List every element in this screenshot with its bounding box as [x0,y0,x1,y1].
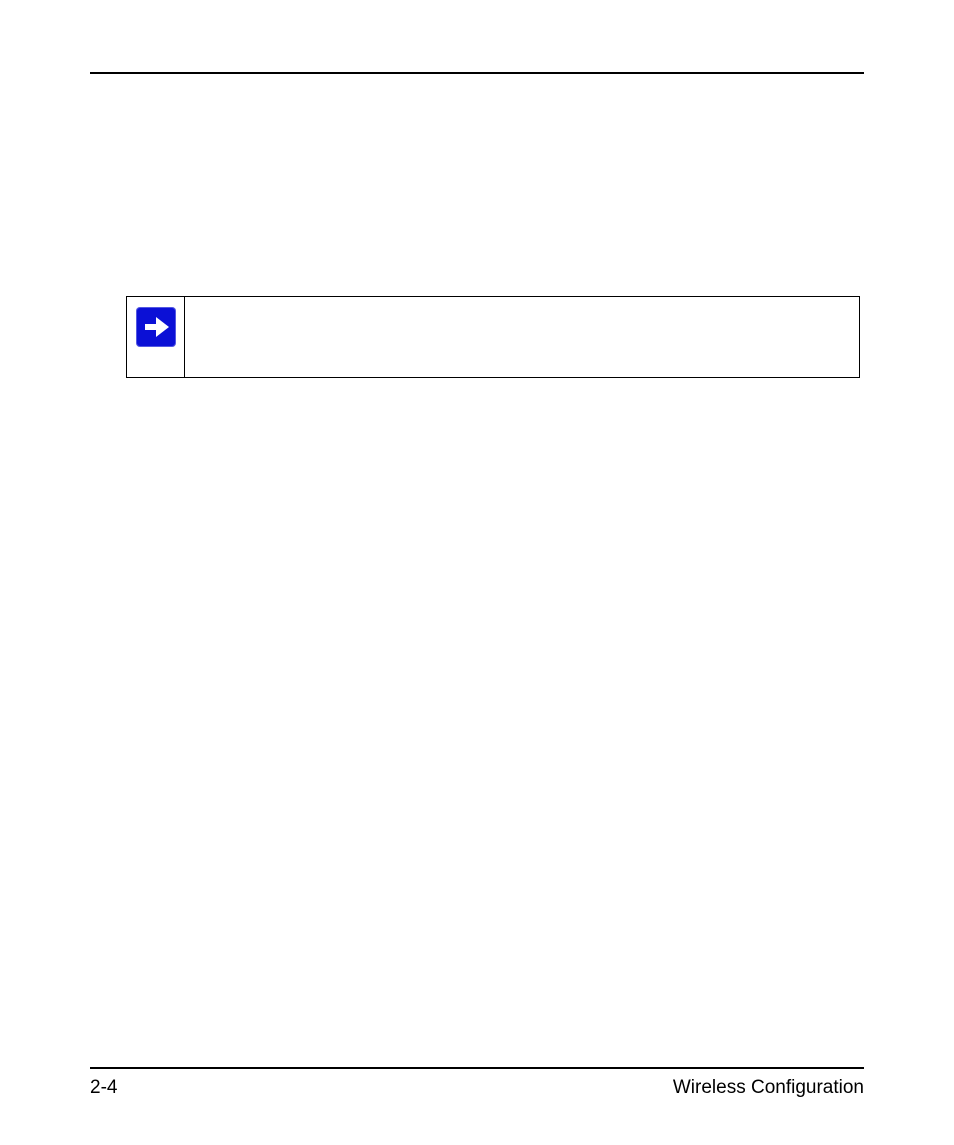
note-content [185,297,859,377]
footer-rule [90,1067,864,1069]
page-footer: 2-4 Wireless Configuration [90,1078,864,1097]
section-title: Wireless Configuration [673,1078,864,1097]
note-icon-cell [127,297,185,377]
header-rule [90,72,864,74]
arrow-right-icon [136,307,176,347]
page-number: 2-4 [90,1078,117,1097]
note-callout-box [126,296,860,378]
